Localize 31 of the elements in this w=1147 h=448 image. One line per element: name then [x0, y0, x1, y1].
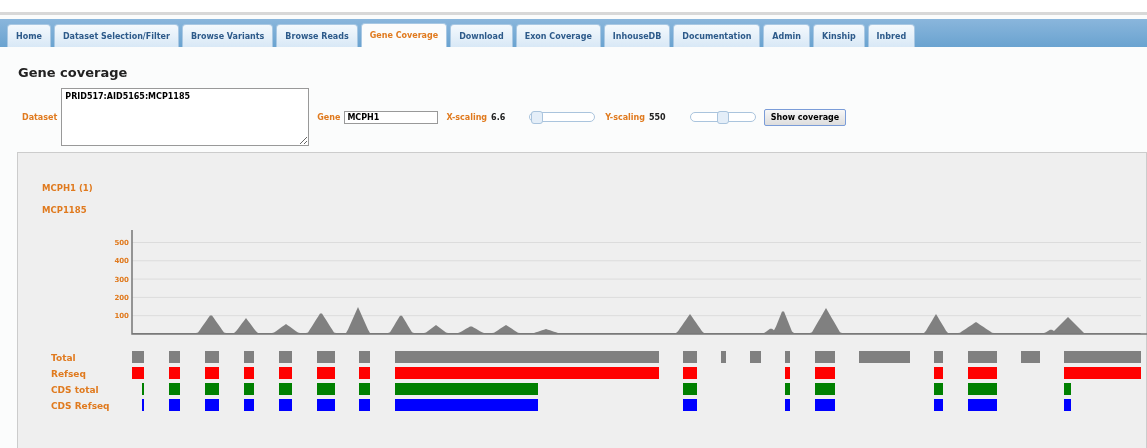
nav-tab[interactable]: InhouseDB [603, 24, 671, 47]
track-label: Refseq [51, 369, 86, 379]
x-scaling-label: X-scaling [446, 112, 488, 122]
nav-tab[interactable]: Home [7, 24, 51, 47]
show-coverage-button[interactable]: Show coverage [763, 108, 847, 126]
nav-tab[interactable]: Dataset Selection/Filter [53, 24, 179, 47]
sample-heading: MCP1185 [42, 205, 88, 215]
track-label: Total [51, 353, 76, 363]
y-scaling-value: 550 [649, 112, 666, 122]
slider-thumb[interactable] [716, 111, 729, 124]
nav-tab[interactable]: Download [450, 24, 513, 47]
nav-tab[interactable]: Inbred [867, 24, 916, 47]
dataset-field[interactable]: PRID517:AID5165:MCP1185 [61, 88, 310, 146]
nav-tab[interactable]: Exon Coverage [515, 24, 601, 47]
x-scaling-slider[interactable] [529, 112, 596, 122]
nav-tab[interactable]: Browse Variants [181, 24, 274, 47]
nav-tab[interactable]: Admin [763, 24, 811, 47]
nav-tab[interactable]: Kinship [813, 24, 865, 47]
track-label: CDS Refseq [51, 401, 110, 411]
gene-field[interactable]: MCPH1 [344, 110, 439, 124]
nav-tab[interactable]: Documentation [673, 24, 761, 47]
nav-tab[interactable]: Browse Reads [276, 24, 358, 47]
gene-heading: MCPH1 (1) [42, 183, 94, 193]
y-scaling-slider[interactable] [689, 112, 756, 122]
gene-label: Gene [317, 112, 341, 122]
y-scaling-label: Y-scaling [605, 112, 645, 122]
page-title: Gene coverage [18, 65, 129, 80]
x-scaling-value: 6.6 [491, 112, 506, 122]
dataset-label: Dataset [22, 112, 58, 122]
track-label: CDS total [51, 385, 99, 395]
slider-thumb[interactable] [531, 111, 544, 124]
